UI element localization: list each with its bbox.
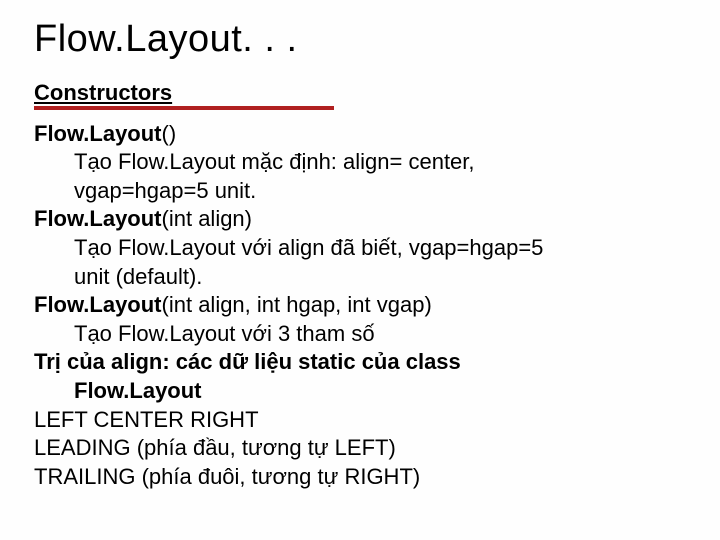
- ctor1-args: (): [162, 121, 177, 146]
- constructor-2: Flow.Layout(int align): [34, 205, 686, 234]
- ctor3-name: Flow.Layout: [34, 292, 162, 317]
- ctor2-name: Flow.Layout: [34, 206, 162, 231]
- constructor-1: Flow.Layout(): [34, 120, 686, 149]
- ctor1-desc-line2: vgap=hgap=5 unit.: [34, 177, 686, 206]
- align-constants-line3: TRAILING (phía đuôi, tương tự RIGHT): [34, 463, 686, 492]
- constructor-3: Flow.Layout(int align, int hgap, int vga…: [34, 291, 686, 320]
- align-values-header-line2: Flow.Layout: [34, 377, 686, 406]
- ctor2-args: (int align): [162, 206, 252, 231]
- content-block: Constructors Flow.Layout() Tạo Flow.Layo…: [34, 79, 686, 491]
- red-underline: [34, 106, 334, 110]
- ctor2-desc-line2: unit (default).: [34, 263, 686, 292]
- constructors-header: Constructors: [34, 79, 172, 108]
- ctor2-desc-line1: Tạo Flow.Layout với align đã biết, vgap=…: [34, 234, 686, 263]
- align-constants-line2: LEADING (phía đầu, tương tự LEFT): [34, 434, 686, 463]
- ctor3-desc: Tạo Flow.Layout với 3 tham số: [34, 320, 686, 349]
- align-values-header-line1: Trị của align: các dữ liệu static của cl…: [34, 348, 686, 377]
- slide: Flow.Layout. . . Constructors Flow.Layou…: [0, 0, 720, 491]
- ctor1-name: Flow.Layout: [34, 121, 162, 146]
- slide-title: Flow.Layout. . .: [34, 18, 686, 61]
- align-constants-line1: LEFT CENTER RIGHT: [34, 406, 686, 435]
- ctor1-desc-line1: Tạo Flow.Layout mặc định: align= center,: [34, 148, 686, 177]
- ctor3-args: (int align, int hgap, int vgap): [162, 292, 432, 317]
